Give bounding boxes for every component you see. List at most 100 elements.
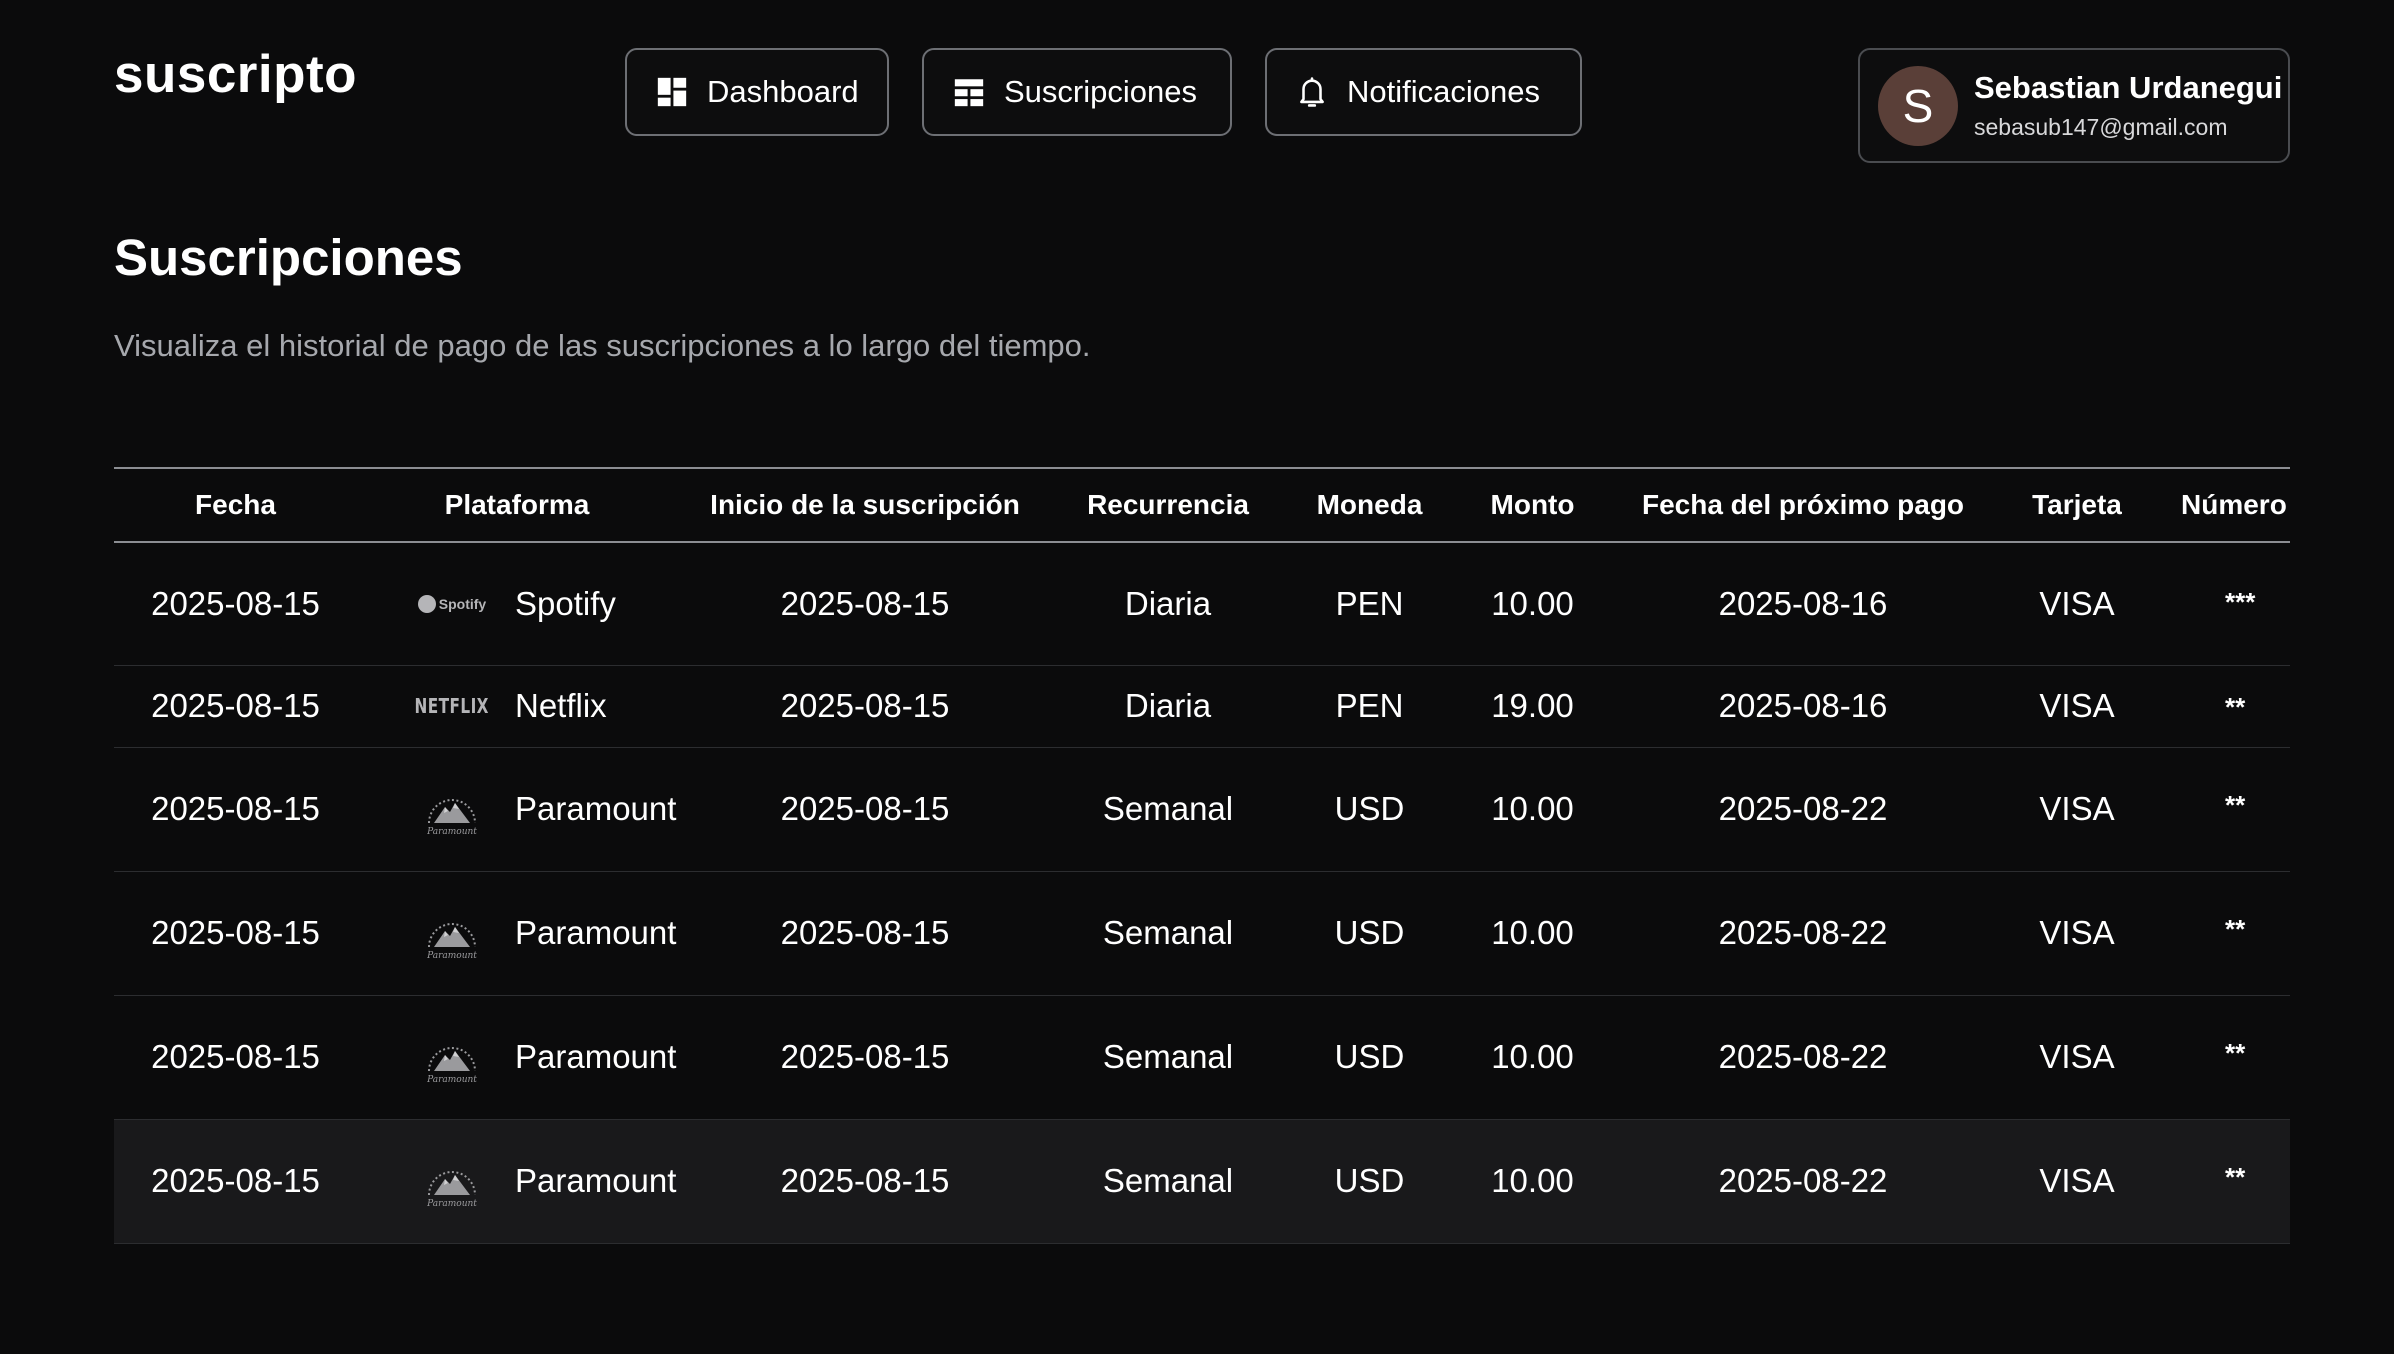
cell-recurrencia: Semanal bbox=[1102, 790, 1234, 827]
paramount-logo-icon: Paramount bbox=[417, 905, 487, 961]
cell-inicio: 2025-08-15 bbox=[780, 790, 950, 827]
cell-tarjeta: VISA bbox=[2039, 914, 2115, 951]
cell-recurrencia: Semanal bbox=[1102, 1038, 1234, 1075]
cell-monto: 19.00 bbox=[1491, 687, 1574, 724]
cell-numero: ** bbox=[2225, 789, 2246, 820]
header-recurrencia: Recurrencia bbox=[1087, 489, 1249, 520]
nav-notifications-button[interactable]: Notificaciones bbox=[1265, 48, 1582, 136]
cell-numero: ** bbox=[2225, 913, 2246, 944]
cell-monto: 10.00 bbox=[1491, 790, 1574, 827]
cell-tarjeta: VISA bbox=[2039, 790, 2115, 827]
cell-moneda: PEN bbox=[1335, 687, 1404, 724]
cell-monto: 10.00 bbox=[1491, 1162, 1574, 1199]
cell-numero: *** bbox=[2225, 587, 2256, 617]
table-header-row: Fecha Plataforma Inicio de la suscripció… bbox=[114, 468, 2290, 542]
dashboard-grid-icon bbox=[655, 75, 689, 109]
nav-dashboard-label: Dashboard bbox=[707, 74, 859, 109]
user-info: Sebastian Urdanegui sebasub147@gmail.com bbox=[1974, 70, 2282, 141]
cell-fecha: 2025-08-15 bbox=[151, 1162, 320, 1199]
avatar: S bbox=[1878, 65, 1958, 146]
cell-plataforma: Paramount Paramount bbox=[357, 995, 677, 1119]
svg-text:Paramount: Paramount bbox=[426, 1199, 477, 1209]
svg-text:Paramount: Paramount bbox=[426, 827, 477, 837]
platform-name: Spotify bbox=[515, 584, 616, 622]
cell-tarjeta: VISA bbox=[2039, 687, 2115, 724]
cell-plataforma: Paramount Paramount bbox=[357, 871, 677, 995]
user-name: Sebastian Urdanegui bbox=[1974, 70, 2283, 105]
bell-icon bbox=[1295, 75, 1329, 109]
table-row[interactable]: 2025-08-15 NETFLIX Netflix 2025-08-15 Diaria… bbox=[114, 665, 2290, 747]
svg-text:Paramount: Paramount bbox=[426, 951, 477, 961]
brand-logo[interactable]: suscripto bbox=[114, 44, 357, 105]
header-proximo-pago: Fecha del próximo pago bbox=[1641, 489, 1965, 520]
header-moneda: Moneda bbox=[1316, 489, 1423, 520]
cell-fecha: 2025-08-15 bbox=[151, 914, 320, 951]
user-profile-card[interactable]: S Sebastian Urdanegui sebasub147@gmail.c… bbox=[1858, 48, 2290, 163]
cell-inicio: 2025-08-15 bbox=[780, 1162, 950, 1199]
cell-moneda: USD bbox=[1334, 1162, 1405, 1199]
cell-monto: 10.00 bbox=[1491, 584, 1574, 622]
cell-monto: 10.00 bbox=[1491, 914, 1574, 951]
cell-proximo-pago: 2025-08-22 bbox=[1718, 914, 1888, 951]
cell-fecha: 2025-08-15 bbox=[151, 790, 320, 827]
spotify-logo-text: Spotify bbox=[438, 595, 487, 612]
page-title: Suscripciones bbox=[114, 229, 463, 286]
cell-inicio: 2025-08-15 bbox=[780, 914, 950, 951]
cell-monto: 10.00 bbox=[1491, 1038, 1574, 1075]
cell-tarjeta: VISA bbox=[2039, 1162, 2115, 1199]
cell-recurrencia: Diaria bbox=[1124, 687, 1212, 724]
table-row[interactable]: 2025-08-15 Paramount Paramount 2025-08-15 Se… bbox=[114, 995, 2290, 1119]
table-row[interactable]: 2025-08-15 Paramount Paramount 2025-08-15 Se… bbox=[114, 871, 2290, 995]
platform-name: Paramount bbox=[515, 790, 677, 827]
cell-fecha: 2025-08-15 bbox=[151, 584, 320, 622]
cell-plataforma: Paramount Paramount bbox=[357, 1119, 677, 1243]
paramount-logo-icon: Paramount bbox=[417, 781, 487, 837]
cell-moneda: PEN bbox=[1335, 584, 1404, 622]
cell-moneda: USD bbox=[1334, 914, 1405, 951]
nav-dashboard-button[interactable]: Dashboard bbox=[625, 48, 889, 136]
subscriptions-table-container[interactable]: Fecha Plataforma Inicio de la suscripció… bbox=[114, 467, 2290, 1247]
cell-moneda: USD bbox=[1334, 1038, 1405, 1075]
platform-name: Paramount bbox=[515, 914, 677, 951]
cell-recurrencia: Semanal bbox=[1102, 914, 1234, 951]
table-row[interactable]: 2025-08-15 Paramount Paramount 2025-08-15 Se… bbox=[114, 1119, 2290, 1243]
table-row[interactable]: 2025-08-15 Paramount Paramount 2025-08-15 Se… bbox=[114, 747, 2290, 871]
cell-inicio: 2025-08-15 bbox=[780, 1038, 950, 1075]
spotify-logo-icon: Spotify bbox=[417, 576, 487, 632]
cell-proximo-pago: 2025-08-16 bbox=[1718, 584, 1888, 622]
platform-name: Paramount bbox=[515, 1038, 677, 1075]
cell-inicio: 2025-08-15 bbox=[780, 584, 950, 622]
page-subtitle: Visualiza el historial de pago de las su… bbox=[114, 328, 1091, 363]
nav-subscriptions-label: Suscripciones bbox=[1004, 74, 1197, 109]
cell-recurrencia: Semanal bbox=[1102, 1162, 1234, 1199]
header-monto: Monto bbox=[1490, 489, 1575, 520]
cell-inicio: 2025-08-15 bbox=[780, 687, 950, 724]
netflix-logo-icon: NETFLIX bbox=[414, 678, 490, 734]
table-row[interactable]: 2025-08-15 Spotify Spotify 2025-08-15 Diaria… bbox=[114, 542, 2290, 665]
cell-proximo-pago: 2025-08-22 bbox=[1718, 790, 1888, 827]
nav-subscriptions-button[interactable]: Suscripciones bbox=[922, 48, 1232, 136]
user-email: sebasub147@gmail.com bbox=[1974, 114, 2228, 140]
cell-fecha: 2025-08-15 bbox=[151, 687, 320, 724]
cell-tarjeta: VISA bbox=[2039, 1038, 2115, 1075]
cell-numero: ** bbox=[2225, 1037, 2246, 1068]
header-inicio: Inicio de la suscripción bbox=[710, 489, 1020, 520]
header-fecha: Fecha bbox=[195, 489, 276, 520]
cell-numero: ** bbox=[2225, 1161, 2246, 1192]
netflix-logo-text: NETFLIX bbox=[414, 694, 490, 718]
cell-moneda: USD bbox=[1334, 790, 1405, 827]
main-nav: Dashboard Suscripciones Notificaciones bbox=[625, 48, 1582, 136]
table-icon bbox=[952, 75, 986, 109]
platform-name: Paramount bbox=[515, 1162, 677, 1199]
header-numero: Número bbox=[2181, 489, 2287, 520]
cell-numero: ** bbox=[2225, 691, 2246, 722]
cell-fecha: 2025-08-15 bbox=[151, 1038, 320, 1075]
platform-name: Netflix bbox=[515, 687, 607, 724]
cell-proximo-pago: 2025-08-22 bbox=[1718, 1038, 1888, 1075]
cell-plataforma: Paramount Paramount bbox=[357, 747, 677, 871]
subscriptions-table: Fecha Plataforma Inicio de la suscripció… bbox=[114, 467, 2290, 1244]
cell-tarjeta: VISA bbox=[2039, 584, 2115, 622]
cell-proximo-pago: 2025-08-22 bbox=[1718, 1162, 1888, 1199]
svg-text:Paramount: Paramount bbox=[426, 1075, 477, 1085]
cell-plataforma: NETFLIX Netflix bbox=[357, 665, 677, 747]
